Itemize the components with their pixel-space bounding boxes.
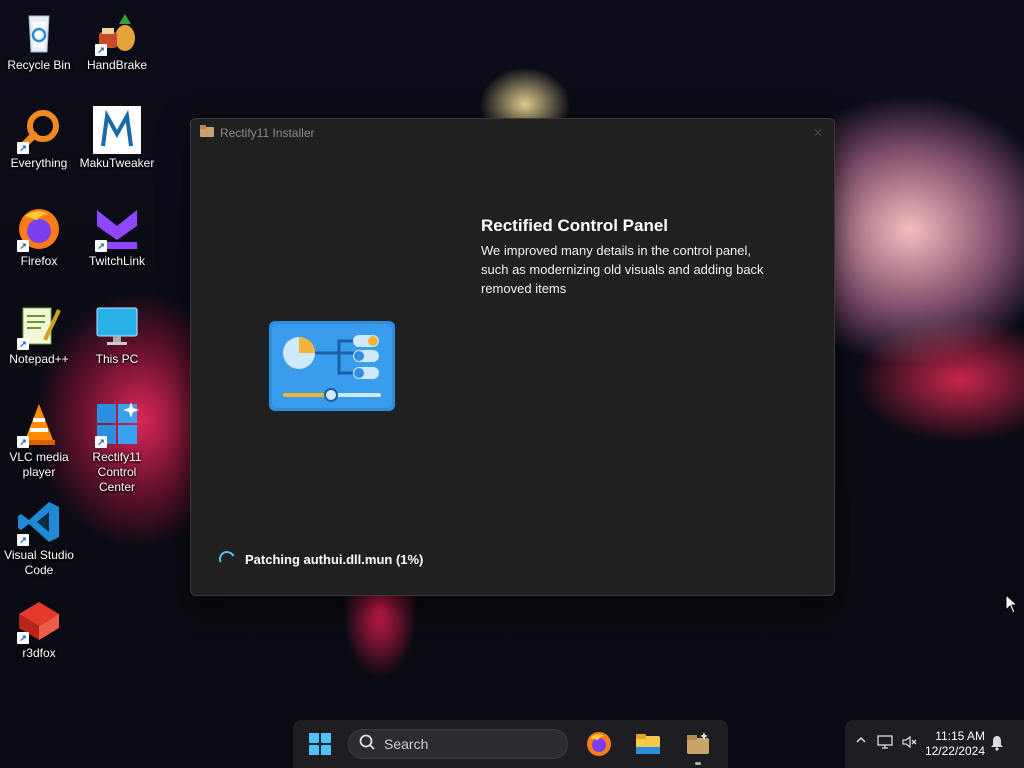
window-titlebar[interactable]: Rectify11 Installer: [191, 119, 834, 147]
desktop-icon-rectify11[interactable]: ↗ Rectify11 Control Center: [78, 400, 156, 495]
firefox-icon: ↗: [15, 204, 63, 252]
shortcut-arrow-icon: ↗: [17, 534, 29, 546]
desktop-icon-this-pc[interactable]: This PC: [78, 302, 156, 367]
status-text: Patching authui.dll.mun (1%): [245, 551, 424, 567]
recycle-bin-icon: [15, 8, 63, 56]
windows-logo-icon: [309, 733, 331, 755]
system-tray: 11:15 AM 12/22/2024: [845, 720, 1024, 768]
shortcut-arrow-icon: ↗: [17, 436, 29, 448]
feature-title: Rectified Control Panel: [481, 216, 669, 235]
desktop-background: Recycle Bin ↗ Everything ↗ Firefox ↗ Not…: [0, 0, 1024, 768]
clock-time: 11:15 AM: [935, 729, 985, 743]
speaker-muted-icon[interactable]: [902, 735, 918, 754]
clock[interactable]: 11:15 AM 12/22/2024: [923, 729, 985, 759]
installer-window[interactable]: Rectify11 Installer ✕ Rectified Control …: [190, 118, 835, 596]
control-panel-illustration-icon: [269, 321, 395, 411]
desktop-icon-label: TwitchLink: [88, 254, 146, 268]
file-explorer-icon: [636, 734, 660, 754]
desktop-icon-recycle-bin[interactable]: Recycle Bin: [0, 8, 78, 73]
vscode-icon: ↗: [15, 498, 63, 546]
r3dfox-icon: ↗: [15, 596, 63, 644]
feature-description: We improved many details in the control …: [481, 243, 764, 296]
everything-search-icon: ↗: [15, 106, 63, 154]
shortcut-arrow-icon: ↗: [17, 240, 29, 252]
shortcut-arrow-icon: ↗: [95, 240, 107, 252]
clock-date: 12/22/2024: [924, 744, 985, 758]
desktop-icon-handbrake[interactable]: ↗ HandBrake: [78, 8, 156, 73]
shortcut-arrow-icon: ↗: [95, 44, 107, 56]
desktop-icon-label: r3dfox: [22, 646, 56, 660]
desktop-icon-label: HandBrake: [86, 58, 148, 72]
taskbar-app-firefox[interactable]: [585, 730, 613, 758]
close-icon: ✕: [812, 126, 824, 140]
close-button[interactable]: ✕: [810, 125, 826, 141]
desktop-icon-label: Firefox: [20, 254, 58, 268]
notification-bell-icon[interactable]: [990, 735, 1004, 756]
desktop-icon-everything[interactable]: ↗ Everything: [0, 106, 78, 171]
shortcut-arrow-icon: ↗: [17, 338, 29, 350]
running-indicator: [695, 762, 701, 765]
desktop-icon-label: Notepad++: [9, 352, 69, 366]
installer-app-icon: [200, 124, 214, 142]
desktop-icon-label: Visual Studio Code: [4, 548, 74, 577]
desktop-icon-vlc[interactable]: ↗ VLC media player: [0, 400, 78, 480]
firefox-icon: [587, 732, 611, 756]
taskbar-app-file-explorer[interactable]: [634, 730, 662, 758]
rectify11-installer-icon: [687, 732, 709, 754]
mouse-cursor-icon: [1005, 593, 1019, 619]
status-row: Patching authui.dll.mun (1%): [216, 548, 424, 570]
progress-spinner-icon: [216, 548, 238, 570]
desktop-icon-notepadpp[interactable]: ↗ Notepad++: [0, 302, 78, 367]
vlc-icon: ↗: [15, 400, 63, 448]
taskbar-app-rectify11-installer[interactable]: [684, 730, 712, 765]
desktop-icon-label: Recycle Bin: [7, 58, 71, 72]
desktop-icon-twitchlink[interactable]: ↗ TwitchLink: [78, 204, 156, 269]
search-placeholder: Search: [384, 736, 429, 752]
rectify11-icon: ↗: [93, 400, 141, 448]
twitchlink-icon: ↗: [93, 204, 141, 252]
desktop-icon-label: Rectify11 Control Center: [92, 450, 142, 494]
start-button[interactable]: [309, 733, 331, 755]
desktop-icon-makutweaker[interactable]: MakuTweaker: [78, 106, 156, 171]
desktop-icon-label: This PC: [95, 352, 139, 366]
taskbar-search-box[interactable]: Search: [348, 729, 568, 759]
taskbar: Search: [293, 720, 728, 768]
search-icon: [359, 734, 375, 755]
desktop-icon-label: VLC media player: [9, 450, 69, 479]
network-icon[interactable]: [877, 735, 893, 754]
desktop-icon-vscode[interactable]: ↗ Visual Studio Code: [0, 498, 78, 578]
notepadpp-icon: ↗: [15, 302, 63, 350]
shortcut-arrow-icon: ↗: [17, 142, 29, 154]
shortcut-arrow-icon: ↗: [17, 632, 29, 644]
window-title: Rectify11 Installer: [220, 126, 315, 140]
shortcut-arrow-icon: ↗: [95, 436, 107, 448]
handbrake-icon: ↗: [93, 8, 141, 56]
desktop-icon-firefox[interactable]: ↗ Firefox: [0, 204, 78, 269]
desktop-icon-r3dfox[interactable]: ↗ r3dfox: [0, 596, 78, 661]
makutweaker-icon: [93, 106, 141, 154]
chevron-up-icon[interactable]: [855, 734, 867, 749]
this-pc-icon: [93, 302, 141, 350]
desktop-icon-label: Everything: [10, 156, 68, 170]
desktop-icon-label: MakuTweaker: [79, 156, 155, 170]
